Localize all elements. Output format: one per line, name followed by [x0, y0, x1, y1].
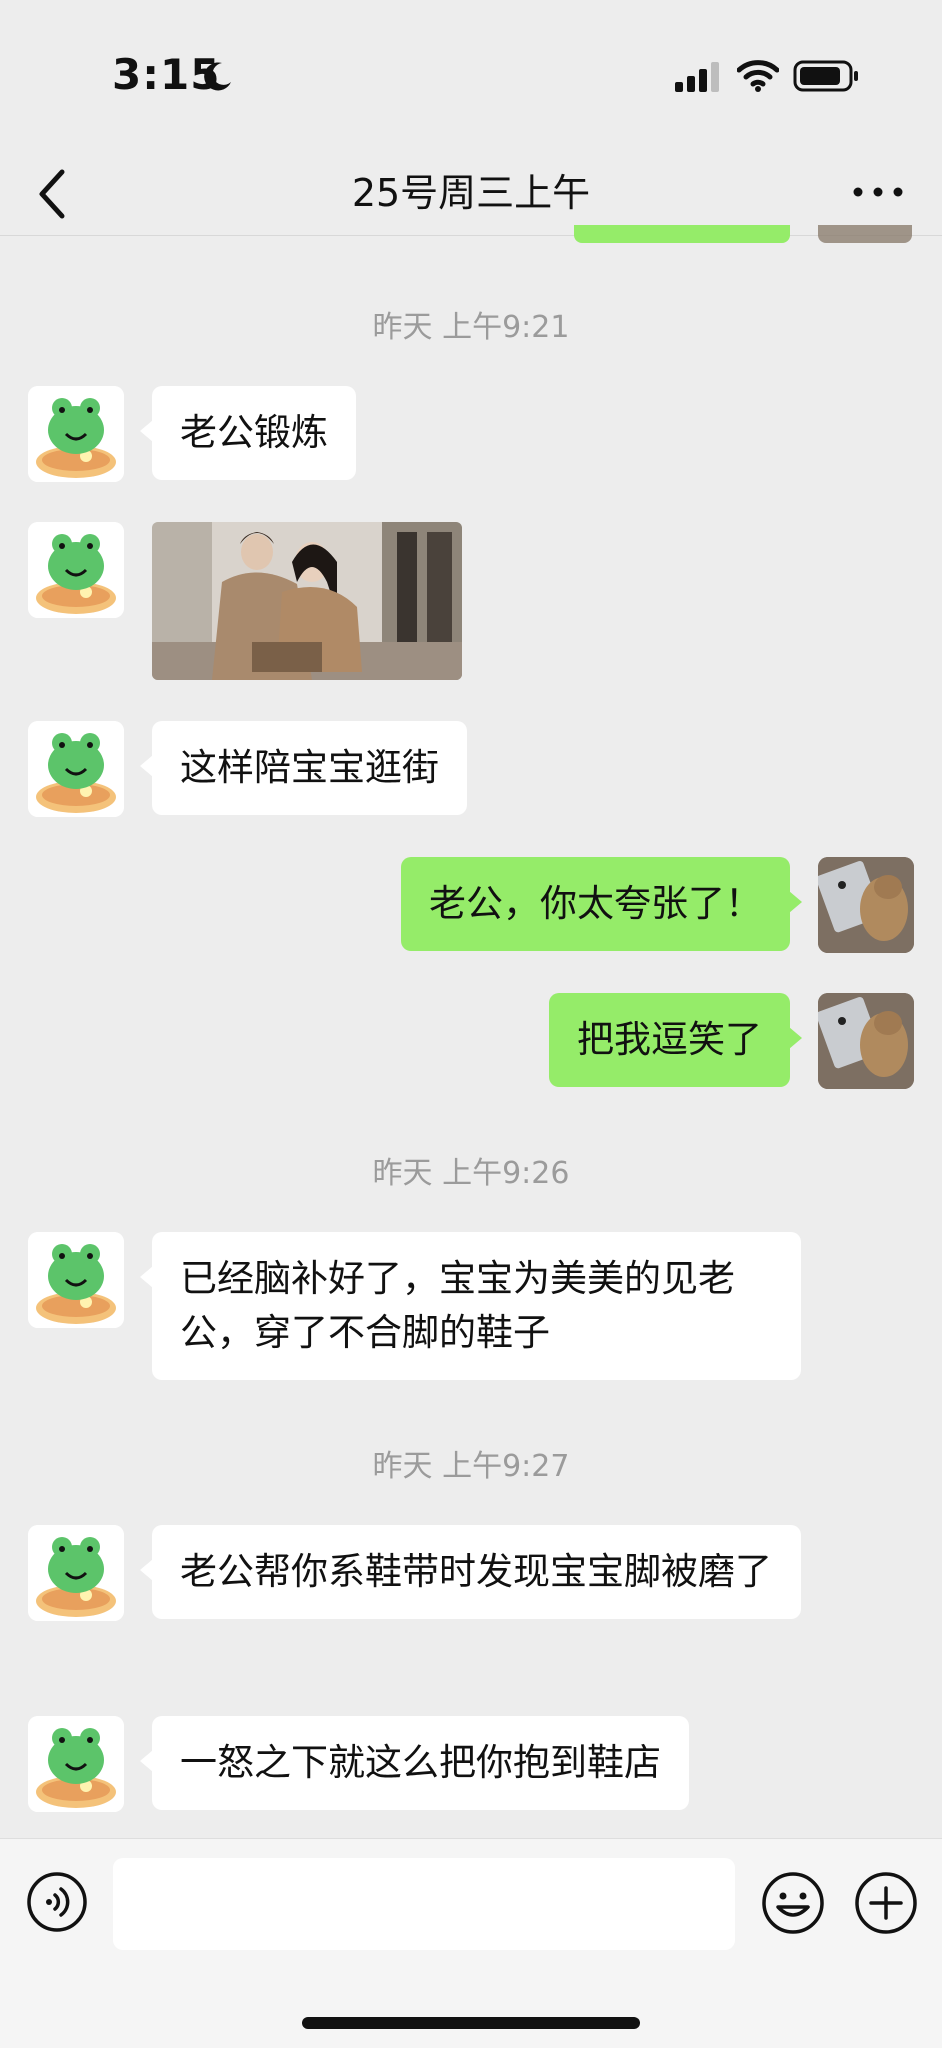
message-bubble-received[interactable]: 一怒之下就这么把你抱到鞋店: [140, 1716, 689, 1810]
message-bubble-received[interactable]: 老公帮你系鞋带时发现宝宝脚被磨了: [140, 1525, 801, 1619]
message-input[interactable]: [113, 1858, 735, 1950]
input-bar: [0, 1838, 942, 2048]
cat-avatar-icon: [818, 857, 914, 953]
chat-header: 25号周三上午: [0, 150, 942, 236]
voice-icon[interactable]: [26, 1871, 88, 1933]
emoji-icon[interactable]: [761, 1871, 825, 1935]
message-bubble-received[interactable]: 老公锻炼: [140, 386, 356, 480]
home-indicator[interactable]: [302, 2017, 640, 2029]
status-bar: 3:15: [0, 0, 942, 150]
cat-avatar-icon: [818, 993, 914, 1089]
frog-avatar-icon: [28, 1232, 124, 1328]
timestamp: 昨天 上午9:26: [372, 1156, 570, 1191]
contact-avatar[interactable]: [28, 1232, 124, 1328]
battery-icon: [793, 60, 858, 92]
more-icon[interactable]: [850, 172, 906, 212]
frog-avatar-icon: [28, 522, 124, 618]
timestamp: 昨天 上午9:21: [372, 310, 570, 345]
frog-avatar-icon: [28, 721, 124, 817]
wifi-icon: [737, 60, 779, 92]
timestamp: 昨天 上午9:27: [372, 1449, 570, 1484]
user-avatar[interactable]: [818, 857, 914, 953]
frog-avatar-icon: [28, 386, 124, 482]
chat-title: 25号周三上午: [351, 171, 591, 215]
contact-avatar[interactable]: [28, 1716, 124, 1812]
contact-avatar[interactable]: [28, 386, 124, 482]
frog-avatar-icon: [28, 1716, 124, 1812]
photo-couple-image: [152, 522, 462, 680]
contact-avatar[interactable]: [28, 1525, 124, 1621]
previous-message-bubble[interactable]: [574, 225, 790, 243]
plus-icon[interactable]: [854, 1871, 918, 1935]
message-bubble-sent[interactable]: 老公，你太夸张了！: [401, 857, 802, 951]
previous-avatar: [818, 225, 912, 243]
frog-avatar-icon: [28, 1525, 124, 1621]
user-avatar[interactable]: [818, 993, 914, 1089]
moon-icon: [204, 62, 231, 91]
signal-icon: [675, 62, 719, 92]
message-bubble-received[interactable]: 已经脑补好了，宝宝为美美的见老公，穿了不合脚的鞋子: [140, 1232, 801, 1380]
message-image[interactable]: [152, 522, 462, 680]
message-bubble-sent[interactable]: 把我逗笑了: [549, 993, 802, 1087]
contact-avatar[interactable]: [28, 721, 124, 817]
message-bubble-received[interactable]: 这样陪宝宝逛街: [140, 721, 467, 815]
contact-avatar[interactable]: [28, 522, 124, 618]
